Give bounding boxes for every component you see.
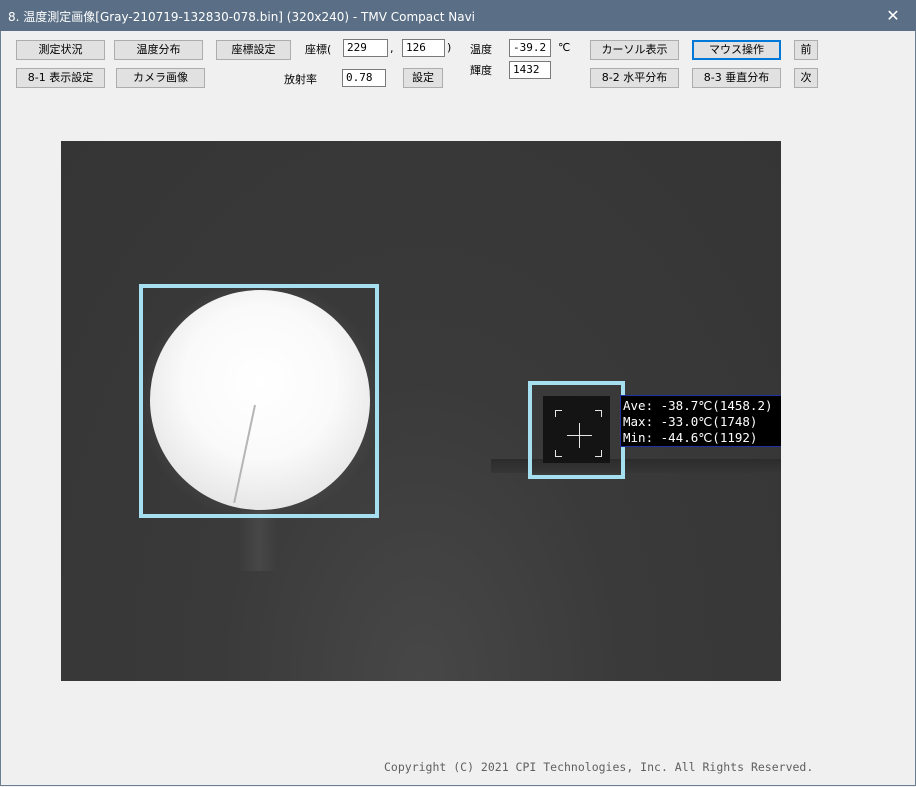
- title-bar: 8. 温度測定画像[Gray-210719-132830-078.bin] (3…: [0, 0, 916, 31]
- roi-box-cursor[interactable]: [528, 381, 625, 479]
- cursor-corner-br: [595, 450, 602, 457]
- readout-max: Max: -33.0℃(1748): [623, 414, 758, 429]
- emissivity-field[interactable]: 0.78: [342, 69, 386, 87]
- crosshair-icon-vertical: [579, 423, 580, 448]
- mouse-operation-button[interactable]: マウス操作: [692, 40, 781, 60]
- set-button[interactable]: 設定: [403, 68, 443, 88]
- roi-box-bulb[interactable]: [139, 284, 379, 518]
- temperature-field: -39.2: [509, 39, 551, 57]
- window-title: 8. 温度測定画像[Gray-210719-132830-078.bin] (3…: [8, 10, 476, 24]
- brightness-field: 1432: [509, 61, 551, 79]
- readout-ave: Ave: -38.7℃(1458.2): [623, 398, 773, 413]
- readout-min: Min: -44.6℃(1192): [623, 430, 758, 445]
- cursor-corner-bl: [555, 450, 562, 457]
- brightness-label: 輝度: [470, 64, 492, 77]
- coord-y-field[interactable]: 126: [402, 39, 445, 57]
- horizontal-distribution-button[interactable]: 8-2 水平分布: [590, 68, 679, 88]
- coord-x-field[interactable]: 229: [343, 39, 388, 57]
- cursor-display-button[interactable]: カーソル表示: [590, 40, 679, 60]
- vertical-distribution-button[interactable]: 8-3 垂直分布: [692, 68, 781, 88]
- close-icon[interactable]: ✕: [870, 0, 916, 31]
- cursor-corner-tr: [595, 410, 602, 417]
- thermal-image[interactable]: Ave: -38.7℃(1458.2) Max: -33.0℃(1748) Mi…: [61, 141, 781, 681]
- measure-status-button[interactable]: 測定状況: [16, 40, 105, 60]
- temp-distribution-button[interactable]: 温度分布: [114, 40, 203, 60]
- coord-separator: ,: [390, 42, 394, 55]
- copyright-text: Copyright (C) 2021 CPI Technologies, Inc…: [384, 760, 814, 774]
- next-button[interactable]: 次: [794, 68, 818, 88]
- display-setting-button[interactable]: 8-1 表示設定: [16, 68, 105, 88]
- emissivity-label: 放射率: [284, 73, 317, 86]
- cursor-corner-tl: [555, 410, 562, 417]
- temperature-unit: ℃: [558, 41, 571, 54]
- coord-label-close: ): [447, 41, 452, 54]
- camera-image-button[interactable]: カメラ画像: [116, 68, 205, 88]
- coord-label: 座標(: [305, 43, 332, 56]
- coord-setting-button[interactable]: 座標設定: [216, 40, 291, 60]
- temperature-readout: Ave: -38.7℃(1458.2) Max: -33.0℃(1748) Mi…: [620, 395, 781, 447]
- temperature-label: 温度: [470, 43, 492, 56]
- prev-button[interactable]: 前: [794, 40, 818, 60]
